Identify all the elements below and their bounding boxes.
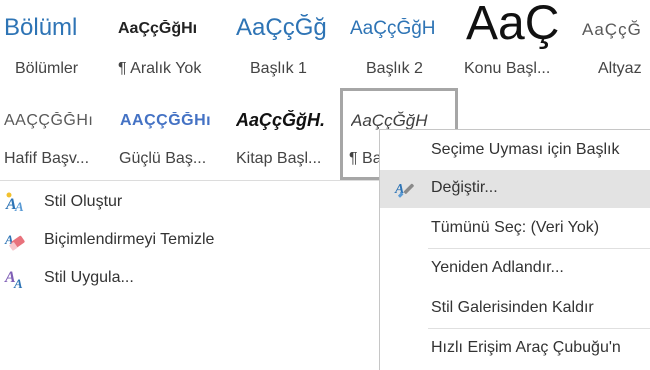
svg-text:A: A [14,199,24,214]
style-preview: AAÇÇĞĞHı [4,112,94,129]
style-preview: AaÇçĞğH [351,111,428,130]
style-tile-bolumler[interactable]: Bölüml Bölümler [0,0,112,90]
clear-formatting-icon: A [4,228,28,252]
create-style-icon: A A [4,190,28,214]
svg-text:A: A [13,276,23,290]
menu-separator [428,248,650,249]
modify-style-icon: A [394,177,418,201]
style-preview: AAÇÇĞĞHı [120,112,212,129]
style-tile-guclu-basvuru[interactable]: AAÇÇĞĞHı Güçlü Baş... [112,90,224,180]
style-context-menu: Seçime Uyması için Başlık A Değiştir... … [379,129,650,370]
style-preview: Bölüml [4,14,78,41]
menu-item-label: Değiştir... [431,179,498,196]
menu-item-label: Stil Galerisinden Kaldır [431,299,594,316]
style-preview: AaÇçĞğH. [236,110,326,130]
style-tile-aralik-yok[interactable]: AaÇçĞğHı ¶ Aralık Yok [112,0,224,90]
style-commands-panel: A A Stil Oluştur A Biçimlendirmeyi Temiz… [0,180,380,320]
style-tile-baslik-1[interactable]: AaÇçĞğ Başlık 1 [224,0,336,90]
style-preview: AaÇ [466,0,560,50]
menu-item-update-to-match[interactable]: Seçime Uyması için Başlık [380,132,650,170]
style-caption: Güçlü Baş... [119,150,207,167]
menu-item-label: Tümünü Seç: (Veri Yok) [431,219,600,236]
style-caption: Başlık 2 [366,60,423,77]
style-caption: ¶ Aralık Yok [118,60,202,77]
style-preview: AaÇçĞğ [236,14,327,41]
menu-item-label: Yeniden Adlandır... [431,259,564,276]
clear-formatting-label: Biçimlendirmeyi Temizle [44,231,215,248]
style-caption: Konu Başl... [464,60,551,77]
menu-item-label: Seçime Uyması için Başlık [431,141,620,158]
style-tile-baslik-2[interactable]: AaÇçĞğH Başlık 2 [340,0,452,90]
apply-style-label: Stil Uygula... [44,269,134,286]
create-style-label: Stil Oluştur [44,193,123,210]
style-caption: Başlık 1 [250,60,307,77]
style-tile-hafif-basvuru[interactable]: AAÇÇĞĞHı Hafif Başv... [0,90,112,180]
clear-formatting-button[interactable]: A Biçimlendirmeyi Temizle [0,221,380,259]
menu-item-modify[interactable]: A Değiştir... [380,170,650,208]
style-tile-altyazi[interactable]: AaÇçĞ Altyaz [570,0,650,90]
style-caption: Kitap Başl... [236,150,322,167]
create-style-button[interactable]: A A Stil Oluştur [0,183,380,221]
apply-style-button[interactable]: A A Stil Uygula... [0,259,380,297]
style-preview: AaÇçĞğHı [118,20,198,37]
menu-separator [428,328,650,329]
style-preview: AaÇçĞğH [350,18,436,39]
style-caption: Altyaz [598,60,642,77]
style-tile-kitap-basligi[interactable]: AaÇçĞğH. Kitap Başl... [224,90,336,180]
menu-item-add-to-quick-access[interactable]: Hızlı Erişim Araç Çubuğu'n [380,330,650,368]
style-caption: Bölümler [15,60,79,77]
style-caption: Hafif Başv... [4,150,90,167]
menu-item-remove-from-gallery[interactable]: Stil Galerisinden Kaldır [380,290,650,328]
style-preview: AaÇçĞ [582,20,642,39]
menu-item-select-all[interactable]: Tümünü Seç: (Veri Yok) [380,210,650,248]
apply-style-icon: A A [4,266,28,291]
style-tile-konu-basligi[interactable]: AaÇ Konu Başl... [456,0,568,90]
menu-item-label: Hızlı Erişim Araç Çubuğu'n [431,339,621,356]
menu-item-rename[interactable]: Yeniden Adlandır... [380,250,650,288]
